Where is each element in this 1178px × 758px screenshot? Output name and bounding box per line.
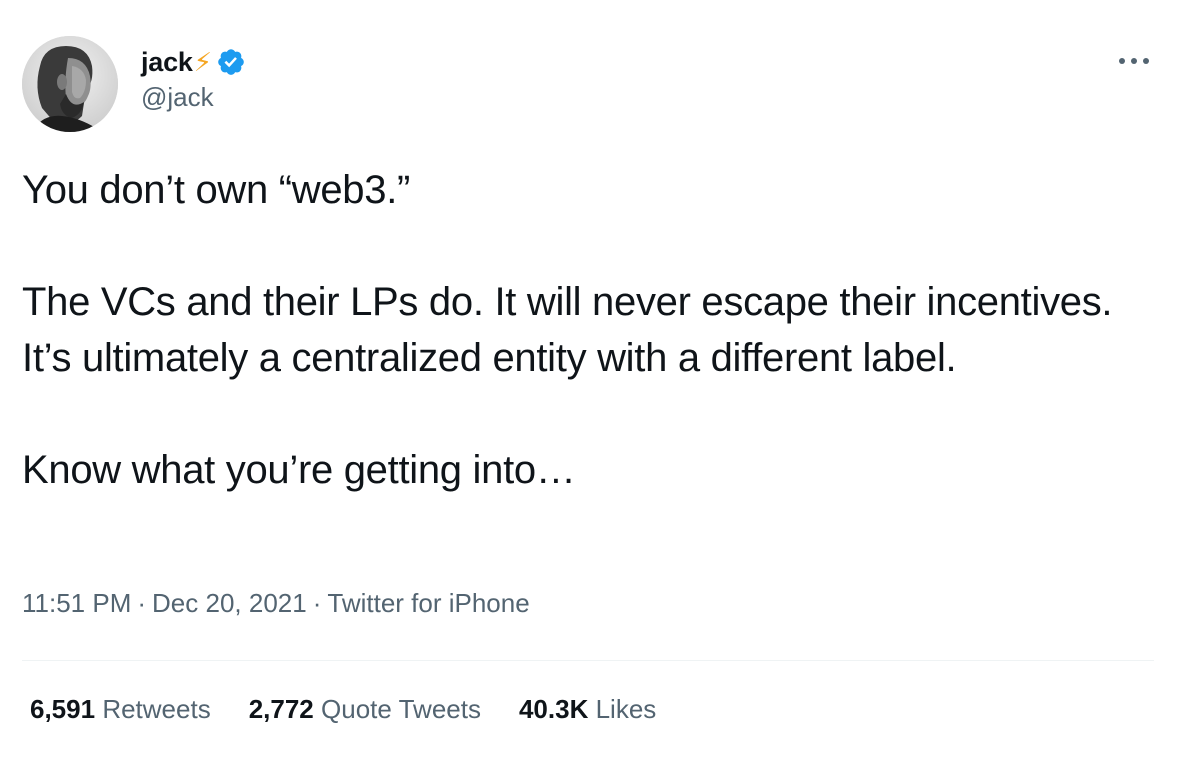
avatar-image [22, 36, 118, 132]
tweet-paragraph: The VCs and their LPs do. It will never … [22, 280, 1113, 380]
likes-label: Likes [595, 694, 657, 724]
engagement-stats: 6,591 Retweets 2,772 Quote Tweets 40.3K … [30, 694, 694, 725]
tweet-card: jack ⚡ @jack You don’t own “web3.” The V… [0, 0, 1178, 758]
quote-tweets-label: Quote Tweets [321, 694, 481, 724]
verified-badge-icon [216, 47, 246, 77]
tweet-time-link[interactable]: 11:51 PM · Dec 20, 2021 [22, 588, 307, 618]
tweet-time: 11:51 PM [22, 588, 132, 618]
meta-separator: · [312, 588, 322, 618]
tweet-source-link[interactable]: Twitter for iPhone [327, 588, 529, 618]
likes-stat[interactable]: 40.3K Likes [519, 694, 656, 725]
more-options-button[interactable] [1114, 46, 1154, 76]
tweet-date: Dec 20, 2021 [152, 588, 307, 618]
retweets-label: Retweets [102, 694, 211, 724]
likes-count: 40.3K [518, 694, 589, 724]
tweet-paragraph: Know what you’re getting into… [22, 448, 576, 492]
author-name-row[interactable]: jack ⚡ [141, 44, 246, 80]
author-block: jack ⚡ @jack [141, 44, 246, 113]
tweet-metadata: 11:51 PM · Dec 20, 2021 · Twitter for iPhone [22, 588, 530, 619]
more-horizontal-icon [1119, 58, 1149, 64]
meta-separator: · [137, 588, 147, 618]
retweets-stat[interactable]: 6,591 Retweets [30, 694, 211, 725]
avatar[interactable] [22, 36, 118, 132]
tweet-paragraph: You don’t own “web3.” [22, 168, 411, 212]
quote-tweets-stat[interactable]: 2,772 Quote Tweets [249, 694, 481, 725]
retweets-count: 6,591 [30, 694, 96, 724]
author-handle[interactable]: @jack [141, 82, 246, 113]
divider [22, 660, 1154, 661]
lightning-bolt-icon: ⚡ [193, 47, 213, 77]
author-display-name[interactable]: jack [141, 47, 193, 78]
tweet-text: You don’t own “web3.” The VCs and their … [22, 162, 1142, 498]
quote-tweets-count: 2,772 [248, 694, 314, 724]
